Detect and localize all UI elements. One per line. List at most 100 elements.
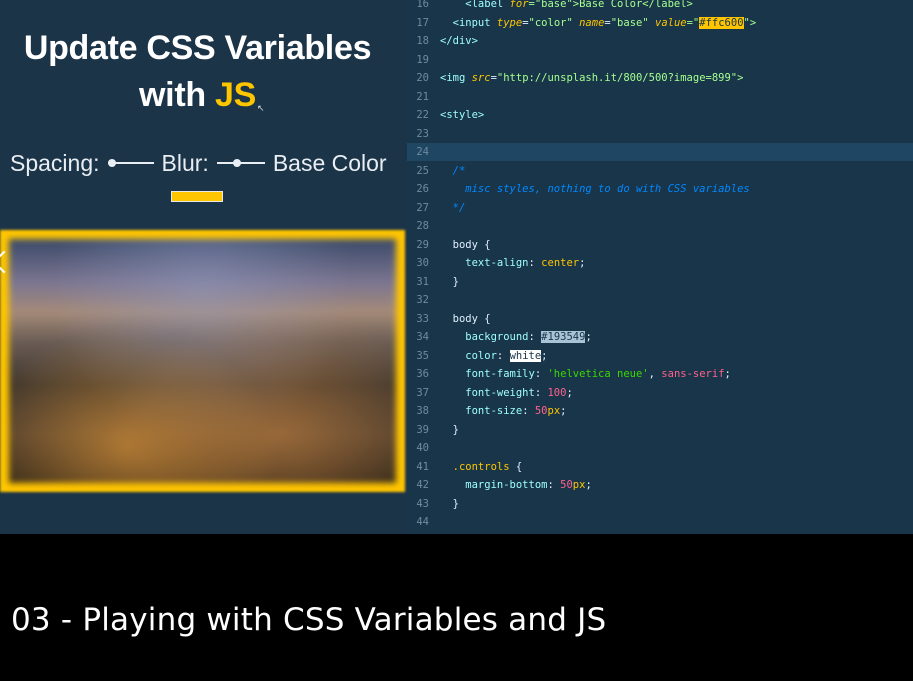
code-token: , bbox=[648, 368, 662, 380]
code-line[interactable]: 45 { bbox=[407, 532, 913, 535]
line-number: 37 bbox=[416, 386, 429, 399]
code-token: ="base">Base Color</label> bbox=[528, 0, 693, 10]
code-token: background bbox=[440, 331, 529, 343]
code-token: #ffc600 bbox=[699, 16, 744, 29]
blur-label: Blur: bbox=[161, 149, 209, 176]
code-token: 50 bbox=[560, 479, 573, 491]
line-number: 27 bbox=[416, 201, 429, 214]
code-token: ; bbox=[579, 257, 586, 269]
code-editor[interactable]: 16 <label for="base">Base Color</label> 1… bbox=[407, 0, 913, 534]
code-token: misc styles, nothing to do with CSS vari… bbox=[440, 183, 750, 195]
code-line[interactable]: 29 body { bbox=[407, 236, 913, 254]
demo-title-with: with bbox=[139, 76, 215, 114]
line-number: 44 bbox=[416, 516, 429, 528]
line-number: 24 bbox=[416, 146, 429, 158]
line-number: 29 bbox=[416, 238, 429, 251]
code-token: text-align bbox=[440, 257, 529, 269]
code-line[interactable]: 23 bbox=[407, 125, 913, 143]
code-token: font-size bbox=[440, 405, 523, 417]
code-line[interactable]: 36 font-family: 'helvetica neue', sans-s… bbox=[407, 365, 913, 383]
code-line[interactable]: 31 } bbox=[407, 273, 913, 291]
code-token: ; bbox=[585, 479, 592, 491]
code-token: } bbox=[440, 497, 459, 510]
line-number: 40 bbox=[416, 442, 429, 454]
line-number: 33 bbox=[416, 312, 429, 325]
code-token: : bbox=[534, 386, 548, 399]
code-line[interactable]: 34 background: #193549; bbox=[407, 328, 913, 346]
code-line[interactable]: 18 </div> bbox=[407, 32, 913, 50]
line-number: 26 bbox=[416, 183, 429, 195]
code-line[interactable]: 43 } bbox=[407, 495, 913, 513]
spacing-slider[interactable] bbox=[107, 156, 154, 170]
code-line[interactable]: 24 bbox=[407, 143, 913, 161]
demo-photo bbox=[0, 230, 405, 492]
code-token: <style> bbox=[440, 109, 485, 121]
line-number: 28 bbox=[416, 220, 429, 232]
line-number: 41 bbox=[416, 460, 429, 473]
code-token: <label bbox=[440, 0, 510, 10]
code-token: font-family bbox=[440, 368, 535, 380]
code-line[interactable]: 19 bbox=[407, 51, 913, 69]
code-token: sans-serif bbox=[661, 368, 725, 380]
code-token: } bbox=[440, 275, 459, 288]
code-token: : bbox=[522, 405, 535, 417]
code-line[interactable]: 33 body { bbox=[407, 310, 913, 328]
code-token: /* bbox=[440, 164, 466, 177]
code-line[interactable]: 35 color: white; bbox=[407, 347, 913, 365]
line-number: 25 bbox=[416, 164, 429, 177]
code-token: <img bbox=[440, 72, 472, 84]
line-number: 35 bbox=[416, 349, 429, 362]
code-line[interactable]: 26 misc styles, nothing to do with CSS v… bbox=[407, 180, 913, 198]
code-line[interactable]: 17 <input type="color" name="base" value… bbox=[407, 14, 913, 32]
code-token: for bbox=[509, 0, 529, 10]
base-color-picker[interactable] bbox=[171, 191, 223, 202]
line-number: 38 bbox=[416, 405, 429, 417]
code-token: } bbox=[440, 423, 459, 436]
code-line[interactable]: 37 font-weight: 100; bbox=[407, 384, 913, 402]
code-token: 50 bbox=[534, 405, 548, 417]
code-line[interactable]: 25 /* bbox=[407, 162, 913, 180]
blur-slider-thumb[interactable] bbox=[232, 159, 241, 167]
code-line[interactable]: 21 bbox=[407, 88, 913, 106]
code-token: "http://unsplash.it/800/500?image=899"> bbox=[496, 72, 744, 84]
video-frame[interactable]: Update CSS Variables with JS ↖ Spacing: … bbox=[0, 0, 913, 534]
blur-slider[interactable] bbox=[216, 156, 265, 170]
code-token: #193549 bbox=[541, 331, 586, 343]
code-line[interactable]: 20 <img src="http://unsplash.it/800/500?i… bbox=[407, 69, 913, 87]
code-token: px bbox=[572, 479, 586, 491]
code-line[interactable]: 40 bbox=[407, 439, 913, 457]
line-number: 42 bbox=[416, 479, 429, 491]
code-token: type bbox=[496, 16, 523, 29]
code-token: : bbox=[547, 479, 561, 491]
code-line[interactable]: 16 <label for="base">Base Color</label> bbox=[407, 0, 913, 13]
line-number: 36 bbox=[416, 368, 429, 380]
code-line[interactable]: 32 bbox=[407, 291, 913, 309]
code-line[interactable]: 39 } bbox=[407, 421, 913, 439]
line-number: 19 bbox=[416, 53, 429, 66]
line-number: 34 bbox=[416, 331, 429, 343]
code-token: : bbox=[496, 349, 510, 362]
video-caption: 03 - Playing with CSS Variables and JS bbox=[11, 602, 607, 638]
code-line[interactable]: 38 font-size: 50px; bbox=[407, 402, 913, 420]
code-token: .controls bbox=[440, 460, 510, 473]
line-number: 43 bbox=[416, 497, 429, 510]
code-token: : bbox=[528, 331, 542, 343]
demo-title-line-1: Update CSS Variables bbox=[23, 29, 372, 67]
code-line[interactable]: 22 <style> bbox=[407, 106, 913, 124]
code-line[interactable]: 28 bbox=[407, 217, 913, 235]
code-token: { bbox=[509, 460, 523, 473]
code-line[interactable]: 42 margin-bottom: 50px; bbox=[407, 476, 913, 494]
code-line[interactable]: 44 bbox=[407, 513, 913, 531]
code-line[interactable]: 27 */ bbox=[407, 199, 913, 217]
code-token: =" bbox=[686, 16, 700, 29]
line-number: 32 bbox=[416, 294, 429, 306]
code-token: ; bbox=[560, 405, 567, 417]
code-line[interactable]: 41 .controls { bbox=[407, 458, 913, 476]
spacing-slider-thumb[interactable] bbox=[107, 159, 116, 167]
code-line[interactable]: 30 text-align: center; bbox=[407, 254, 913, 272]
code-token: ; bbox=[541, 349, 548, 362]
spacing-label: Spacing: bbox=[10, 149, 100, 176]
city-skyline-image bbox=[9, 239, 396, 483]
code-token: color bbox=[440, 349, 497, 362]
line-number: 39 bbox=[416, 423, 429, 436]
